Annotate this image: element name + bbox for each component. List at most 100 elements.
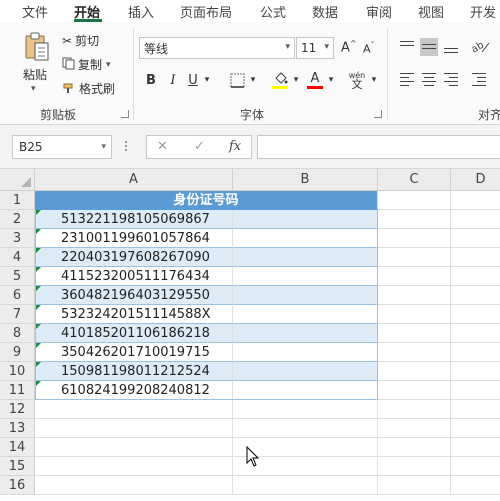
cell-b4[interactable]	[233, 248, 378, 267]
align-left-button[interactable]	[398, 70, 416, 88]
format-painter-button[interactable]: 格式刷	[62, 80, 115, 97]
error-indicator-icon[interactable]	[35, 305, 41, 311]
cell-a1[interactable]: 身份证号码	[35, 191, 378, 210]
shrink-font-button[interactable]: Aˇ	[363, 41, 375, 56]
cell-b10[interactable]	[233, 362, 378, 381]
cell-b8[interactable]	[233, 324, 378, 343]
decrease-indent-button[interactable]	[470, 70, 488, 88]
cell-a9[interactable]: 350426201710019715	[35, 343, 233, 362]
align-center-button[interactable]	[420, 70, 438, 88]
phonetic-button[interactable]: wén 文	[346, 70, 368, 90]
cell-b11[interactable]	[233, 381, 378, 400]
row-header-13[interactable]: 13	[0, 419, 35, 438]
row-header-9[interactable]: 9	[0, 343, 35, 362]
cell-c14[interactable]	[378, 438, 451, 457]
row-header-14[interactable]: 14	[0, 438, 35, 457]
cell-d4[interactable]	[451, 248, 500, 267]
cell-d16[interactable]	[451, 476, 500, 495]
cell-d7[interactable]	[451, 305, 500, 324]
cell-c5[interactable]	[378, 267, 451, 286]
cell-c16[interactable]	[378, 476, 451, 495]
phonetic-dropdown-arrow[interactable]: ▾	[369, 70, 379, 90]
cell-a3[interactable]: 231001199601057864	[35, 229, 233, 248]
cell-c9[interactable]	[378, 343, 451, 362]
cell-d6[interactable]	[451, 286, 500, 305]
row-header-3[interactable]: 3	[0, 229, 35, 248]
cell-b2[interactable]	[233, 210, 378, 229]
cell-b12[interactable]	[233, 400, 378, 419]
paste-dropdown-arrow[interactable]: ▾	[31, 84, 36, 94]
column-header-a[interactable]: A	[35, 169, 233, 191]
tab-file[interactable]: 文件	[22, 2, 48, 21]
cell-c3[interactable]	[378, 229, 451, 248]
cell-d8[interactable]	[451, 324, 500, 343]
align-right-button[interactable]	[442, 70, 460, 88]
cell-d9[interactable]	[451, 343, 500, 362]
cell-c10[interactable]	[378, 362, 451, 381]
borders-dropdown-arrow[interactable]: ▾	[248, 70, 258, 90]
font-color-dropdown-arrow[interactable]: ▾	[326, 70, 336, 90]
italic-button[interactable]: I	[166, 70, 180, 90]
row-header-4[interactable]: 4	[0, 248, 35, 267]
cell-a11[interactable]: 610824199208240812	[35, 381, 233, 400]
cell-a13[interactable]	[35, 419, 233, 438]
align-middle-button[interactable]	[420, 38, 438, 56]
column-header-b[interactable]: B	[233, 169, 378, 191]
tab-review[interactable]: 审阅	[366, 2, 392, 21]
cell-d14[interactable]	[451, 438, 500, 457]
paste-button[interactable]: 粘贴	[23, 66, 47, 83]
row-header-15[interactable]: 15	[0, 457, 35, 476]
row-header-2[interactable]: 2	[0, 210, 35, 229]
cell-c6[interactable]	[378, 286, 451, 305]
cell-d2[interactable]	[451, 210, 500, 229]
error-indicator-icon[interactable]	[35, 286, 41, 292]
underline-dropdown-arrow[interactable]: ▾	[202, 70, 212, 90]
tab-view[interactable]: 视图	[418, 2, 444, 21]
copy-button[interactable]: 复制 ▾	[62, 56, 111, 73]
cell-b13[interactable]	[233, 419, 378, 438]
row-header-10[interactable]: 10	[0, 362, 35, 381]
insert-function-icon[interactable]: fx	[229, 139, 241, 154]
cell-b3[interactable]	[233, 229, 378, 248]
tab-data[interactable]: 数据	[312, 2, 338, 21]
cell-c2[interactable]	[378, 210, 451, 229]
row-header-6[interactable]: 6	[0, 286, 35, 305]
cell-c13[interactable]	[378, 419, 451, 438]
cell-d5[interactable]	[451, 267, 500, 286]
column-header-c[interactable]: C	[378, 169, 451, 191]
row-header-1[interactable]: 1	[0, 191, 35, 210]
underline-button[interactable]: U	[186, 70, 200, 90]
cell-a5[interactable]: 411523200511176434	[35, 267, 233, 286]
cell-c4[interactable]	[378, 248, 451, 267]
align-bottom-button[interactable]	[442, 38, 460, 56]
error-indicator-icon[interactable]	[35, 343, 41, 349]
cell-d11[interactable]	[451, 381, 500, 400]
cell-c8[interactable]	[378, 324, 451, 343]
error-indicator-icon[interactable]	[35, 362, 41, 368]
row-header-11[interactable]: 11	[0, 381, 35, 400]
error-indicator-icon[interactable]	[35, 267, 41, 273]
orientation-button[interactable]: ab	[470, 38, 492, 58]
row-header-12[interactable]: 12	[0, 400, 35, 419]
cancel-icon[interactable]: ✕	[157, 139, 168, 154]
cell-a7[interactable]: 53232420151114588X	[35, 305, 233, 324]
cell-a6[interactable]: 360482196403129550	[35, 286, 233, 305]
grow-font-button[interactable]: A^	[341, 39, 357, 55]
cell-b9[interactable]	[233, 343, 378, 362]
font-size-combo[interactable]: 11 ▾	[296, 37, 334, 59]
cell-d10[interactable]	[451, 362, 500, 381]
tab-developer[interactable]: 开发	[470, 2, 496, 21]
error-indicator-icon[interactable]	[35, 229, 41, 235]
cell-d1[interactable]	[451, 191, 500, 210]
row-header-16[interactable]: 16	[0, 476, 35, 495]
bold-button[interactable]: B	[143, 70, 159, 90]
borders-button[interactable]	[228, 70, 246, 90]
row-header-8[interactable]: 8	[0, 324, 35, 343]
copy-dropdown-arrow[interactable]: ▾	[106, 60, 111, 70]
font-name-combo[interactable]: 等线 ▾	[139, 37, 295, 59]
tab-page-layout[interactable]: 页面布局	[180, 2, 232, 21]
align-top-button[interactable]	[398, 38, 416, 56]
paste-icon[interactable]	[24, 32, 50, 62]
enter-icon[interactable]: ✓	[194, 139, 205, 154]
cell-a12[interactable]	[35, 400, 233, 419]
